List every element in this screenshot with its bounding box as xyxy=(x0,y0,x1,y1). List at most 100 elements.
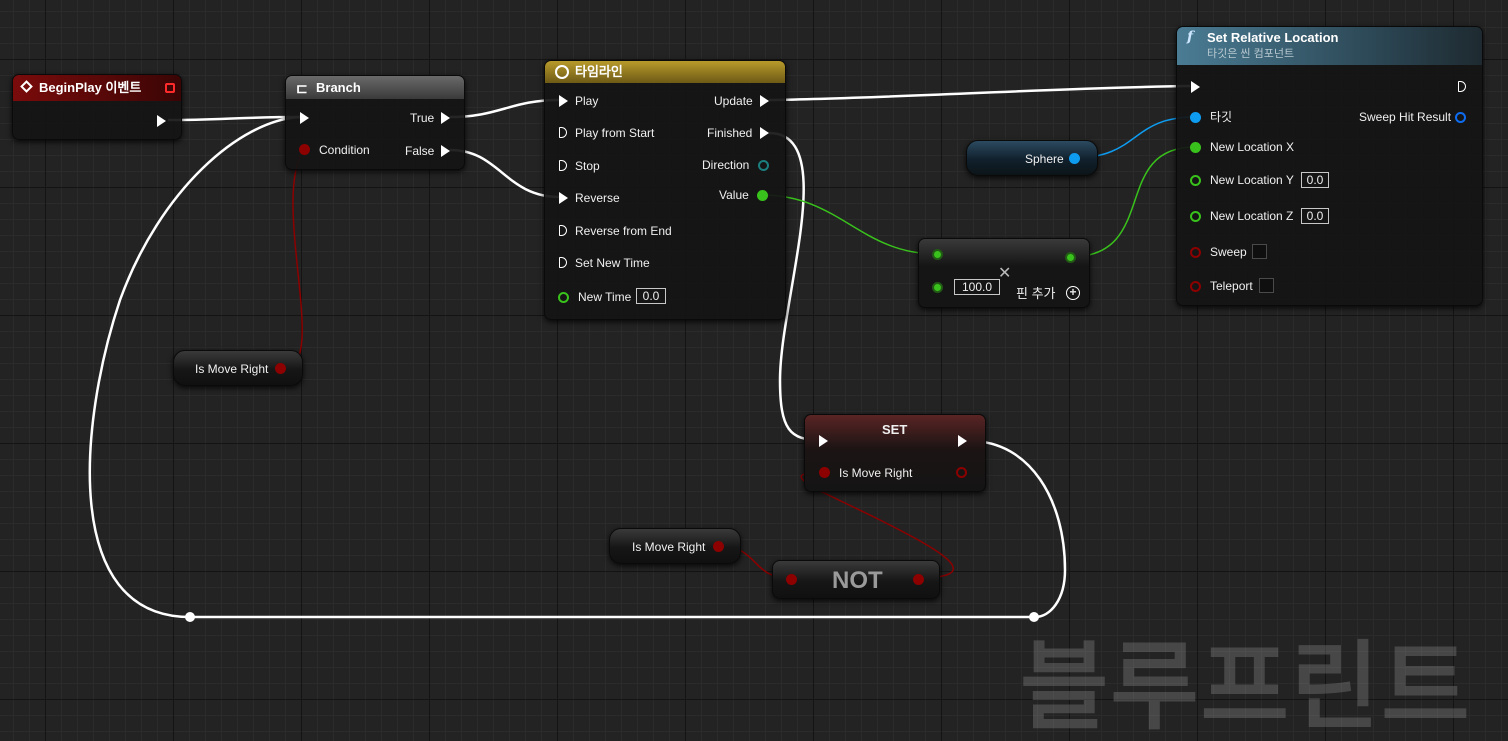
timeline-reverse-in[interactable] xyxy=(559,192,568,204)
setloc-new-location-x-label: New Location X xyxy=(1210,140,1295,154)
not-node[interactable]: NOT xyxy=(772,560,940,599)
add-input-a-pin[interactable] xyxy=(932,249,943,260)
timeline-node[interactable]: 타임라인 Play Play from Start Stop Reverse R… xyxy=(544,60,786,320)
branch-header: ⊏ Branch xyxy=(286,76,464,99)
branch-condition-pin[interactable] xyxy=(299,144,310,155)
timeline-direction-label: Direction xyxy=(702,158,750,172)
setloc-sweep-hit-result-pin[interactable] xyxy=(1455,112,1466,123)
branch-false-out[interactable] xyxy=(441,145,450,157)
setloc-new-location-y-label: New Location Y xyxy=(1210,173,1294,187)
blueprint-watermark: 블루프린트 xyxy=(1020,634,1472,741)
is-move-right-getter-1-pin[interactable] xyxy=(275,363,286,374)
setloc-teleport-pin[interactable] xyxy=(1190,281,1201,292)
add-input-b-field[interactable]: 100.0 xyxy=(954,279,1000,295)
set-var-label: Is Move Right xyxy=(839,466,913,480)
timeline-new-time-pin[interactable] xyxy=(558,292,569,303)
add-pin-plus-icon[interactable]: + xyxy=(1066,286,1080,300)
timeline-stop-in[interactable] xyxy=(559,160,567,171)
branch-icon: ⊏ xyxy=(296,80,308,96)
timeline-header: 타임라인 xyxy=(545,61,785,83)
reroute-knot-left[interactable] xyxy=(185,612,195,622)
timeline-direction-pin[interactable] xyxy=(758,160,769,171)
set-relative-location-header: f Set Relative Location 타깃은 씬 컴포넌트 xyxy=(1177,27,1482,65)
timeline-set-new-time-in[interactable] xyxy=(559,257,567,268)
set-exec-out[interactable] xyxy=(958,435,967,447)
set-relative-location-title: Set Relative Location xyxy=(1207,30,1339,45)
setloc-new-location-z-field[interactable]: 0.0 xyxy=(1301,208,1329,224)
branch-true-label: True xyxy=(410,111,435,125)
not-title: NOT xyxy=(832,567,883,594)
timeline-stop-label: Stop xyxy=(575,159,600,173)
timeline-value-pin[interactable] xyxy=(757,190,768,201)
beginplay-header: BeginPlay 이벤트 xyxy=(13,75,181,101)
beginplay-exec-out[interactable] xyxy=(157,115,166,127)
branch-title: Branch xyxy=(316,80,361,95)
timeline-play-from-start-in[interactable] xyxy=(559,127,567,138)
setloc-sweep-hit-result-label: Sweep Hit Result xyxy=(1359,110,1452,124)
setloc-exec-in[interactable] xyxy=(1191,81,1200,93)
clock-icon xyxy=(555,65,569,79)
is-move-right-getter-1[interactable]: Is Move Right xyxy=(173,350,303,386)
not-input-pin[interactable] xyxy=(786,574,797,585)
add-float-node[interactable]: 100.0 ✕ 핀 추가 + xyxy=(918,238,1090,308)
set-relative-location-subtitle: 타깃은 씬 컴포넌트 xyxy=(1207,48,1295,60)
timeline-reverse-label: Reverse xyxy=(575,191,620,205)
not-output-pin[interactable] xyxy=(913,574,924,585)
setloc-new-location-z-label: New Location Z xyxy=(1210,209,1294,223)
timeline-play-label: Play xyxy=(575,94,599,108)
delegate-pin-icon[interactable] xyxy=(165,83,175,93)
setloc-new-location-x-pin[interactable] xyxy=(1190,142,1201,153)
set-value-in-pin[interactable] xyxy=(819,467,830,478)
setloc-sweep-checkbox[interactable] xyxy=(1252,244,1267,259)
is-move-right-getter-2-pin[interactable] xyxy=(713,541,724,552)
timeline-finished-out[interactable] xyxy=(760,127,769,139)
timeline-update-label: Update xyxy=(714,94,753,108)
add-pin-label[interactable]: 핀 추가 xyxy=(1016,287,1056,301)
sphere-out-pin[interactable] xyxy=(1069,153,1080,164)
sphere-getter-node[interactable]: Sphere xyxy=(966,140,1098,176)
beginplay-event-node[interactable]: BeginPlay 이벤트 xyxy=(12,74,182,140)
setloc-new-location-y-field[interactable]: 0.0 xyxy=(1301,172,1329,188)
set-relative-location-node[interactable]: f Set Relative Location 타깃은 씬 컴포넌트 타깃 Sw… xyxy=(1176,26,1483,306)
setloc-target-pin[interactable] xyxy=(1190,112,1201,123)
timeline-play-from-start-label: Play from Start xyxy=(575,126,655,140)
timeline-new-time-field[interactable]: 0.0 xyxy=(636,288,666,304)
timeline-finished-label: Finished xyxy=(707,126,753,140)
add-input-b-pin[interactable] xyxy=(932,282,943,293)
timeline-update-out[interactable] xyxy=(760,95,769,107)
setloc-target-label: 타깃 xyxy=(1210,110,1233,124)
wire-update-setloc xyxy=(768,84,1191,102)
branch-true-out[interactable] xyxy=(441,112,450,124)
set-exec-in[interactable] xyxy=(819,435,828,447)
branch-node[interactable]: ⊏ Branch True Condition False xyxy=(285,75,465,170)
set-node-title: SET xyxy=(882,422,908,437)
event-diamond-icon xyxy=(20,80,33,93)
wire-value-add xyxy=(761,194,938,255)
timeline-value-label: Value xyxy=(719,188,749,202)
timeline-new-time-label: New Time xyxy=(578,290,632,304)
function-icon: f xyxy=(1187,29,1194,45)
setloc-exec-out[interactable] xyxy=(1458,81,1466,92)
branch-exec-in[interactable] xyxy=(300,112,309,124)
timeline-title: 타임라인 xyxy=(575,64,623,79)
is-move-right-getter-2[interactable]: Is Move Right xyxy=(609,528,741,564)
wire-beginplay-branch xyxy=(167,115,301,122)
timeline-reverse-from-end-in[interactable] xyxy=(559,225,567,236)
add-output-pin[interactable] xyxy=(1065,252,1076,263)
setloc-new-location-z-pin[interactable] xyxy=(1190,211,1201,222)
setloc-sweep-pin[interactable] xyxy=(1190,247,1201,258)
timeline-set-new-time-label: Set New Time xyxy=(575,256,650,270)
add-operator-icon: ✕ xyxy=(998,265,1012,282)
branch-condition-label: Condition xyxy=(319,143,370,157)
is-move-right-getter-2-label: Is Move Right xyxy=(632,540,706,554)
reroute-knot-right[interactable] xyxy=(1029,612,1039,622)
setloc-sweep-label: Sweep xyxy=(1210,245,1247,259)
setloc-new-location-y-pin[interactable] xyxy=(1190,175,1201,186)
setloc-teleport-checkbox[interactable] xyxy=(1259,278,1274,293)
sphere-label: Sphere xyxy=(1025,152,1064,166)
setloc-teleport-label: Teleport xyxy=(1210,279,1253,293)
set-variable-node[interactable]: SET Is Move Right xyxy=(804,414,986,492)
timeline-play-in[interactable] xyxy=(559,95,568,107)
set-value-out-pin[interactable] xyxy=(956,467,967,478)
beginplay-title: BeginPlay 이벤트 xyxy=(39,80,142,95)
